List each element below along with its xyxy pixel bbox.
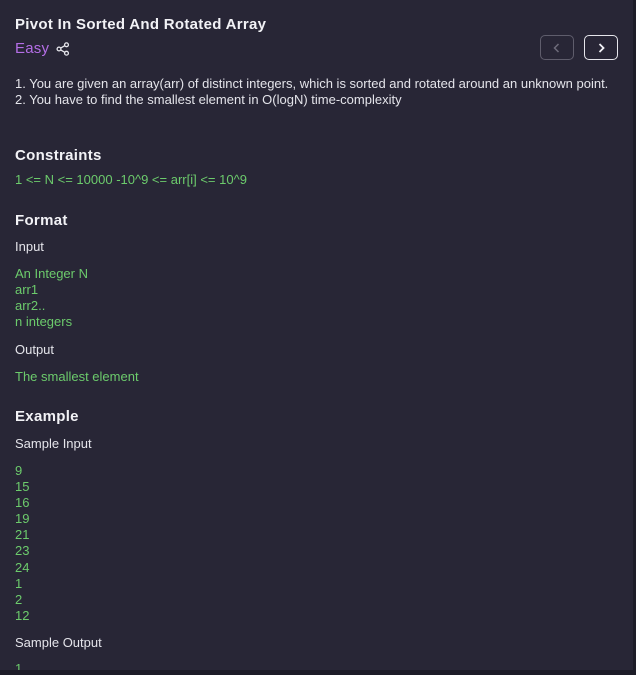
output-label: Output (15, 342, 55, 357)
sample-input-line: 2 (15, 591, 23, 607)
difficulty-row: Easy (15, 40, 70, 57)
description-line-1: 1. You are given an array(arr) of distin… (15, 76, 609, 91)
input-format-line: arr2.. (15, 298, 46, 314)
sample-input-line: 15 (15, 479, 30, 495)
input-format-line: n integers (15, 314, 73, 330)
previous-problem-button[interactable] (540, 35, 574, 60)
input-format-line: arr1 (15, 282, 39, 298)
input-label: Input (15, 239, 44, 254)
sample-input-line: 9 (15, 463, 23, 478)
problem-title: Pivot In Sorted And Rotated Array (15, 16, 267, 33)
problem-panel: Pivot In Sorted And Rotated Array Easy 1… (0, 0, 636, 675)
sample-input-line: 12 (15, 607, 30, 623)
sample-output: 1 (15, 661, 23, 675)
sample-input-line: 19 (15, 511, 30, 527)
chevron-right-icon (598, 42, 605, 53)
next-problem-button[interactable] (584, 35, 618, 60)
sample-input-line: 1 (15, 575, 23, 591)
sample-input: 9 15 16 19 21 23 24 1 2 12 (15, 463, 29, 624)
input-format-line: An Integer N (15, 266, 88, 281)
sample-input-line: 16 (15, 495, 30, 511)
example-heading: Example (15, 408, 79, 425)
sample-input-line: 23 (15, 543, 30, 559)
sample-input-line: 24 (15, 559, 30, 575)
chevron-left-icon (553, 42, 560, 53)
problem-description: 1. You are given an array(arr) of distin… (15, 76, 615, 108)
constraints-heading: Constraints (15, 147, 102, 164)
constraints-text: 1 <= N <= 10000 -10^9 <= arr[i] <= 10^9 (15, 172, 247, 187)
difficulty-badge: Easy (15, 40, 50, 57)
format-heading: Format (15, 212, 68, 229)
sample-output-label: Sample Output (15, 635, 102, 650)
sample-input-line: 21 (15, 527, 30, 543)
description-line-2: 2. You have to find the smallest element… (15, 92, 402, 107)
output-format: The smallest element (15, 369, 139, 384)
share-icon[interactable] (56, 41, 70, 56)
sample-input-label: Sample Input (15, 436, 92, 451)
input-format: An Integer N arr1 arr2.. n integers (15, 266, 88, 330)
